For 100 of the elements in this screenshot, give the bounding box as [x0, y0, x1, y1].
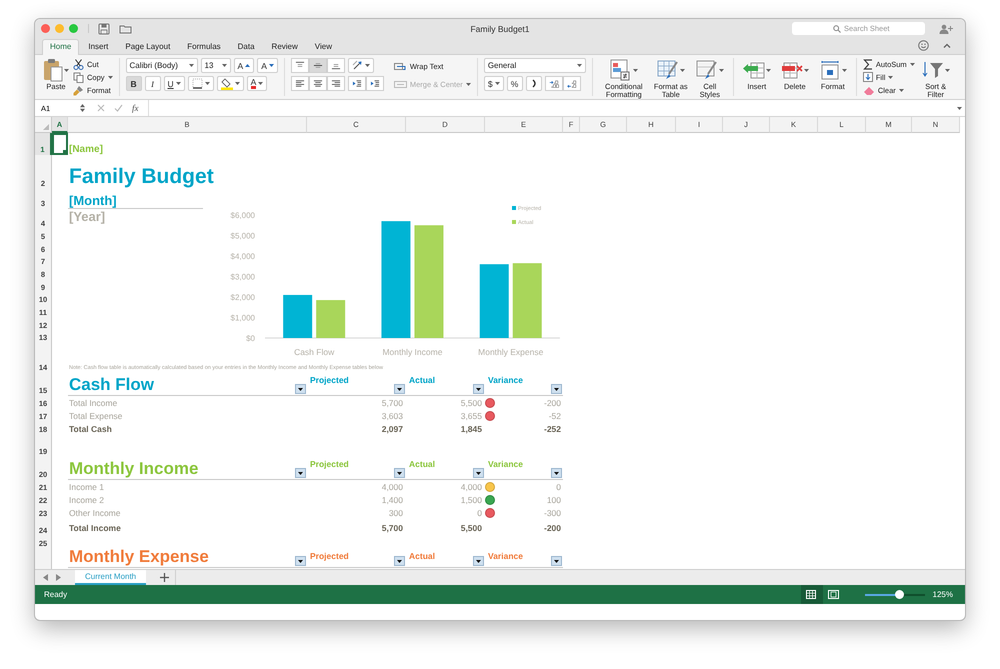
- comma-style-button[interactable]: [526, 76, 542, 91]
- axis-label: $0: [246, 334, 255, 343]
- smiley-icon[interactable]: [918, 40, 929, 51]
- align-middle-button[interactable]: [308, 58, 327, 73]
- orientation-button[interactable]: [348, 58, 374, 73]
- selected-cell[interactable]: [52, 133, 68, 155]
- search-icon: [833, 25, 841, 33]
- eraser-icon: [862, 85, 875, 95]
- ribbon-tab[interactable]: View: [306, 39, 340, 54]
- table-title: Monthly Expense: [68, 548, 209, 567]
- table-cell-text: Total Cash: [68, 424, 113, 434]
- borders-button[interactable]: [188, 76, 214, 91]
- ribbon-tab[interactable]: Formulas: [179, 39, 229, 54]
- caret-icon[interactable]: [188, 64, 194, 67]
- table-cell-text: -252: [542, 424, 562, 434]
- filter-button[interactable]: [551, 556, 562, 566]
- align-center-button[interactable]: [308, 76, 327, 91]
- ribbon-tab[interactable]: Insert: [80, 39, 116, 54]
- filter-button[interactable]: [551, 384, 562, 394]
- fill-color-button[interactable]: [216, 76, 244, 91]
- filter-button[interactable]: [551, 468, 562, 478]
- caret-icon[interactable]: [494, 82, 500, 85]
- caret-icon[interactable]: [766, 68, 771, 72]
- filter-button[interactable]: [394, 468, 405, 478]
- caret-icon[interactable]: [576, 64, 582, 67]
- increase-indent-button[interactable]: [366, 76, 384, 91]
- caret-icon[interactable]: [632, 68, 638, 72]
- caret-icon[interactable]: [898, 88, 904, 92]
- window-title: Family Budget1: [470, 24, 530, 34]
- currency-button[interactable]: $: [484, 76, 504, 91]
- ribbon-tab[interactable]: Review: [264, 39, 306, 54]
- ribbon-tab[interactable]: Page Layout: [117, 39, 178, 54]
- underline-button[interactable]: U: [164, 76, 185, 91]
- filter-button[interactable]: [473, 556, 484, 566]
- column-title: Variance: [487, 374, 523, 385]
- triangle-down-icon: [298, 472, 303, 474]
- triangle-down-icon: [397, 472, 402, 474]
- filter-button[interactable]: [295, 384, 306, 394]
- table-cell-text: 300: [388, 508, 404, 518]
- bold-button[interactable]: B: [126, 76, 142, 91]
- align-right-button[interactable]: [326, 76, 345, 91]
- caret-icon[interactable]: [258, 82, 264, 85]
- ribbon-tab[interactable]: Data: [230, 39, 263, 54]
- filter-button[interactable]: [473, 384, 484, 394]
- ribbon-tab[interactable]: Home: [42, 39, 80, 55]
- caret-icon[interactable]: [680, 68, 685, 72]
- axis-label: $1,000: [230, 314, 255, 322]
- fill-bucket-icon: [220, 78, 233, 90]
- filter-button[interactable]: [295, 468, 306, 478]
- filter-button[interactable]: [394, 384, 405, 394]
- table-cell-text: 5,500: [460, 522, 483, 532]
- table-cell-text: Total Expense: [68, 410, 124, 420]
- increase-decimal-button[interactable]: [544, 76, 563, 91]
- formula-field[interactable]: [148, 100, 965, 116]
- decrease-indent-button[interactable]: [348, 76, 366, 91]
- caret-icon[interactable]: [364, 64, 370, 67]
- caret-icon[interactable]: [804, 68, 809, 72]
- font-size-dropdown[interactable]: 13: [200, 58, 231, 73]
- shrink-font-button[interactable]: A: [257, 58, 278, 73]
- filter-button[interactable]: [295, 556, 306, 566]
- save-icon[interactable]: [98, 22, 110, 34]
- caret-icon[interactable]: [888, 76, 894, 78]
- caret-icon[interactable]: [204, 82, 210, 85]
- grow-font-button[interactable]: A: [234, 58, 254, 73]
- align-left-button[interactable]: [290, 76, 309, 91]
- decrease-decimal-button[interactable]: [562, 76, 581, 91]
- filter-button[interactable]: [473, 468, 484, 478]
- slider-thumb[interactable]: [895, 590, 904, 599]
- status-text: Ready: [44, 590, 68, 599]
- insert-function-button[interactable]: fx: [132, 103, 138, 113]
- font-color-button[interactable]: A: [246, 76, 268, 91]
- percent-button[interactable]: %: [506, 76, 523, 91]
- number-format-dropdown[interactable]: General: [484, 58, 586, 73]
- caret-icon[interactable]: [957, 106, 962, 110]
- table-cell-text: 100: [546, 494, 562, 504]
- previous-sheet-icon[interactable]: [43, 574, 48, 581]
- caret-icon[interactable]: [718, 68, 724, 72]
- next-sheet-icon[interactable]: [56, 574, 61, 581]
- caret-icon[interactable]: [234, 82, 240, 85]
- add-person-icon[interactable]: [939, 24, 953, 34]
- italic-button[interactable]: I: [144, 76, 161, 91]
- check-icon[interactable]: [114, 104, 123, 112]
- font-name-dropdown[interactable]: Calibri (Body): [126, 58, 198, 73]
- caret-icon[interactable]: [910, 62, 915, 66]
- table-cell-text: -200: [542, 522, 562, 532]
- caret-icon[interactable]: [64, 68, 69, 72]
- table-cell-text: 1,500: [460, 494, 483, 504]
- caret-icon[interactable]: [222, 64, 227, 67]
- filter-button[interactable]: [394, 556, 405, 566]
- table-cell-text: 5,500: [460, 398, 483, 408]
- page-icon: [828, 590, 840, 599]
- caret-icon[interactable]: [108, 76, 113, 78]
- caret-icon[interactable]: [944, 68, 950, 72]
- orientation-icon: [352, 60, 363, 71]
- caret-icon[interactable]: [176, 82, 181, 85]
- normal-view-button[interactable]: [800, 585, 823, 604]
- folder-icon[interactable]: [119, 24, 132, 34]
- spinner-icon[interactable]: [80, 104, 85, 112]
- chevron-up-icon[interactable]: [943, 43, 951, 48]
- caret-icon[interactable]: [842, 68, 847, 72]
